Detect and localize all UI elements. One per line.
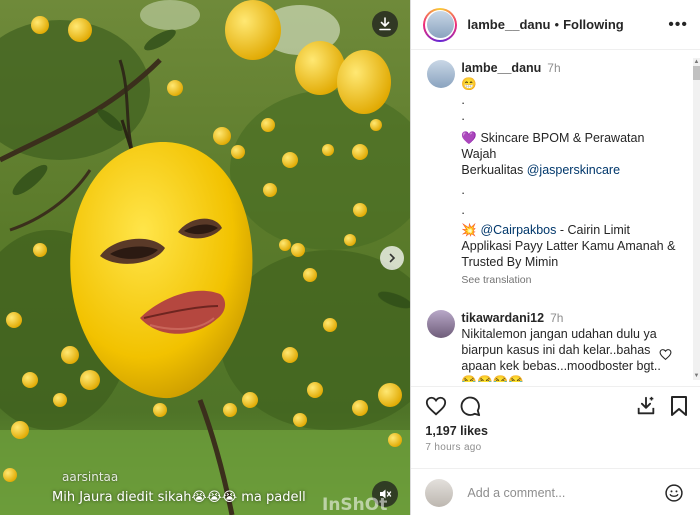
comments-list[interactable]: lambe__danu 7h 😁 . . 💜 Skincare BPOM & Pe… [411,56,700,382]
action-bar [411,386,700,425]
likes-count[interactable]: 1,197 likes [425,424,488,438]
mention-link[interactable]: @Cairpakbos [480,223,556,237]
more-options-icon[interactable]: ••• [668,16,688,34]
follow-status-button[interactable]: Following [563,17,624,32]
download-button[interactable] [372,11,398,37]
caption-line: 💥 @Cairpakbos - Cairin Limit [461,223,631,237]
mention-link[interactable]: @jasperskincare [527,163,620,177]
like-comment-heart-icon[interactable] [659,348,672,361]
add-comment-bar [411,468,700,516]
bookmark-icon[interactable] [669,395,689,417]
author-avatar[interactable] [423,7,458,42]
comment-time: 7h [550,311,564,325]
caption-line: Berkualitas @jasperskincare [461,163,621,177]
video-caption-user: aarsintaa [62,470,119,484]
next-media-button[interactable] [380,246,404,270]
caption-line: . [461,93,465,107]
caption-line: . [461,109,465,123]
commenter-username[interactable]: tikawardani12 [461,311,544,325]
post-timestamp: 7 hours ago [425,442,482,453]
caption-line: . [461,203,465,217]
commenter-avatar[interactable] [427,310,456,338]
caption-line: Applikasi Payy Latter Kamu Amanah & [461,239,676,253]
comment-text: Nikitalemon jangan udahan dulu ya biarpu… [461,327,661,382]
chevron-right-icon [389,253,396,263]
video-watermark: InShOt [322,495,388,515]
caption-line: . [461,183,465,197]
save-to-collection-icon[interactable] [635,395,657,417]
post-side-panel: lambe__danu • Following ••• lambe__danu 7… [410,0,700,515]
caption-author-avatar[interactable] [427,60,456,88]
caption-username[interactable]: lambe__danu [461,61,541,75]
like-heart-icon[interactable] [425,395,447,417]
header-separator: • [554,17,560,32]
comment-bubble-icon[interactable] [459,395,481,417]
current-user-avatar [425,478,454,507]
caption-time: 7h [547,61,561,75]
emoji-smiley-icon[interactable] [664,483,684,503]
video-caption-text: Mih Jaura diedit sikah😭😭😭 ma padell [52,490,306,505]
comments-scrollbar[interactable]: ▲ ▼ [693,58,700,380]
download-icon [379,17,391,31]
lemon-tree-video-frame [0,0,411,515]
post-header: lambe__danu • Following ••• [411,0,700,50]
post-media[interactable]: aarsintaa Mih Jaura diedit sikah😭😭😭 ma p… [0,0,411,515]
see-translation-link[interactable]: See translation [461,272,676,288]
caption-line: 😁 [461,77,477,91]
post-caption: lambe__danu 7h 😁 . . 💜 Skincare BPOM & Pe… [411,56,700,288]
comment-item: tikawardani12 7h Nikitalemon jangan udaha… [427,310,672,382]
author-username[interactable]: lambe__danu [467,17,550,32]
caption-line: Trusted By Mimin [461,255,559,269]
add-comment-input[interactable] [465,484,650,501]
caption-line: 💜 Skincare BPOM & Perawatan Wajah [461,131,645,161]
